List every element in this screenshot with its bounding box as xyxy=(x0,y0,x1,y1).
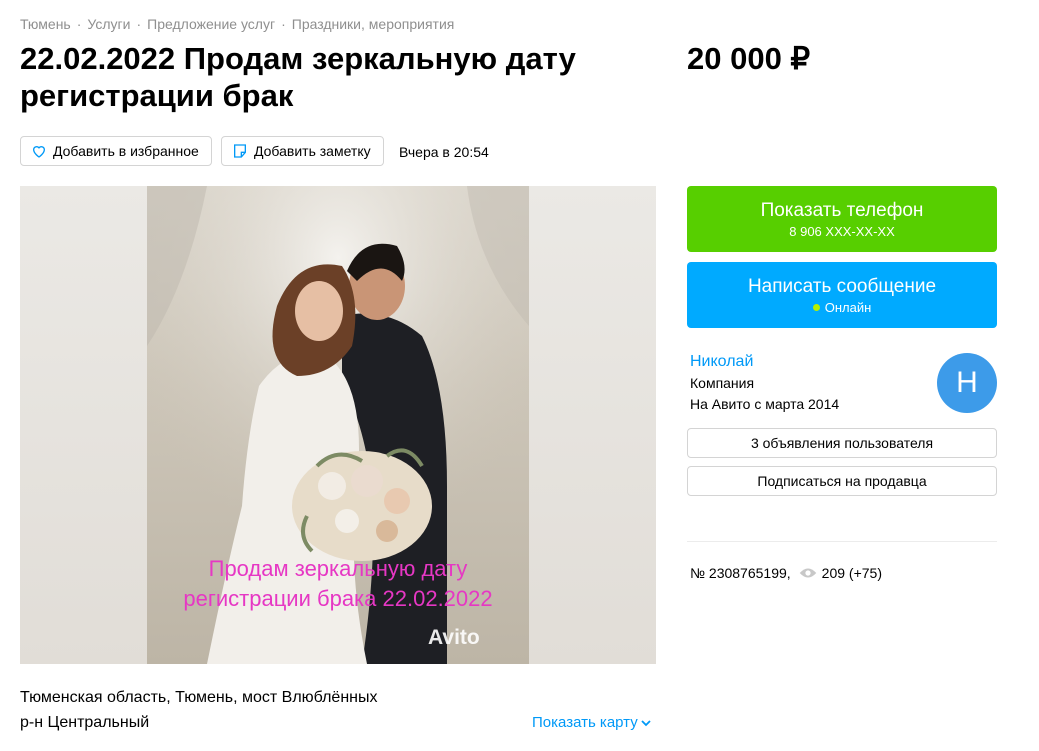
breadcrumb-item-services[interactable]: Услуги xyxy=(87,16,130,32)
listing-title: 22.02.2022 Продам зеркальную дату регист… xyxy=(20,41,576,113)
photo-caption: Продам зеркальную дату регистрации брака… xyxy=(147,554,529,614)
online-status: Онлайн xyxy=(812,299,872,316)
masked-phone-number: 8 906 XXX-XX-XX xyxy=(789,223,895,239)
add-to-favorites-button[interactable]: Добавить в избранное xyxy=(20,136,212,166)
listing-stats: № 2308765199, 209 (+75) xyxy=(690,565,882,581)
breadcrumb: Тюмень · Услуги · Предложение услуг · Праздник… xyxy=(20,16,454,32)
add-note-label: Добавить заметку xyxy=(254,143,371,159)
online-label: Онлайн xyxy=(824,299,872,315)
breadcrumb-separator: · xyxy=(136,16,142,32)
eye-icon xyxy=(799,568,816,578)
subscribe-seller-button[interactable]: Подписаться на продавца xyxy=(687,466,997,496)
view-count: 209 (+75) xyxy=(821,565,882,581)
breadcrumb-item-service-offers[interactable]: Предложение услуг xyxy=(147,16,275,32)
seller-avatar[interactable]: Н xyxy=(937,353,997,413)
show-map-link[interactable]: Показать карту xyxy=(532,714,651,731)
seller-type: Компания xyxy=(690,375,755,391)
seller-ads-button[interactable]: 3 объявления пользователя xyxy=(687,428,997,458)
add-note-button[interactable]: Добавить заметку xyxy=(221,136,384,166)
divider xyxy=(687,541,997,542)
seller-name-link[interactable]: Николай xyxy=(690,353,753,371)
avito-watermark: Avito xyxy=(428,626,480,649)
photo-caption-line1: Продам зеркальную дату xyxy=(208,556,468,581)
online-dot-icon xyxy=(812,303,820,311)
add-to-favorites-label: Добавить в избранное xyxy=(53,143,199,159)
write-message-button[interactable]: Написать сообщение Онлайн xyxy=(687,262,997,328)
photo-caption-line2: регистрации брака 22.02.2022 xyxy=(183,586,493,611)
listing-district: р-н Центральный xyxy=(20,714,150,731)
write-message-label: Написать сообщение xyxy=(747,275,937,297)
heart-icon xyxy=(32,146,46,158)
breadcrumb-separator: · xyxy=(76,16,82,32)
listing-number: № 2308765199, xyxy=(690,565,791,581)
breadcrumb-separator: · xyxy=(281,16,286,32)
show-map-label: Показать карту xyxy=(532,714,638,731)
show-phone-label: Показать телефон xyxy=(760,199,924,221)
breadcrumb-item-holidays-events[interactable]: Праздники, мероприятия xyxy=(292,16,455,32)
seller-since: На Авито с марта 2014 xyxy=(690,396,840,412)
chevron-down-icon xyxy=(641,719,651,726)
listing-price: 20 000 ₽ xyxy=(687,41,811,76)
show-phone-button[interactable]: Показать телефон 8 906 XXX-XX-XX xyxy=(687,186,997,252)
note-icon xyxy=(234,144,246,158)
listing-address: Тюменская область, Тюмень, мост Влюблённ… xyxy=(20,689,378,706)
posted-date: Вчера в 20:54 xyxy=(399,144,489,160)
breadcrumb-item-tyumen[interactable]: Тюмень xyxy=(20,16,71,32)
listing-photo[interactable]: Продам зеркальную дату регистрации брака… xyxy=(20,186,656,664)
